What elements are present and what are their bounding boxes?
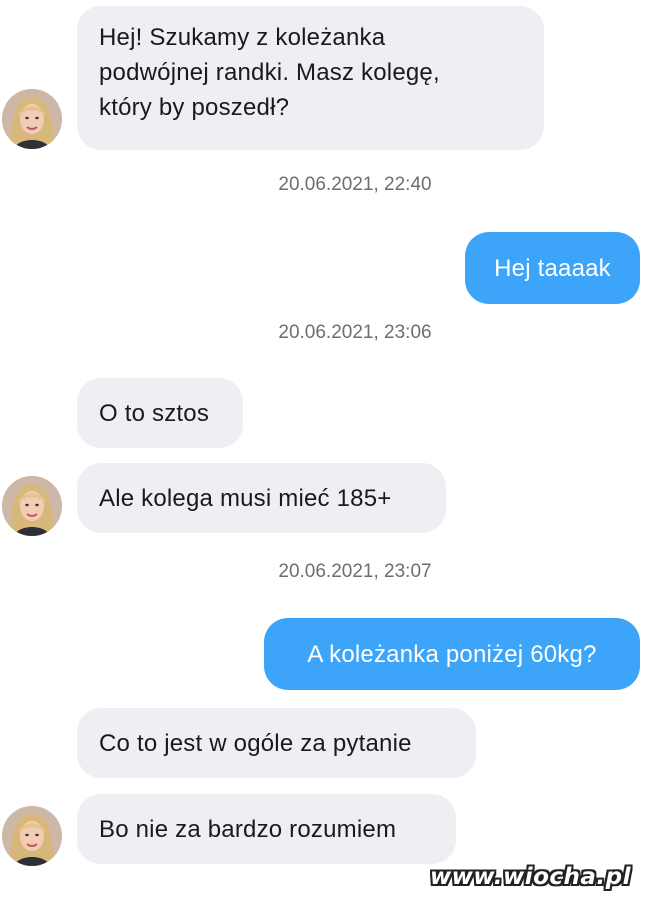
message-line: podwójnej randki. Masz kolegę, [99,59,440,86]
message-text: A koleżanka poniżej 60kg? [307,640,597,668]
message-line: Hej! Szukamy z koleżanka [99,24,386,51]
incoming-message-bubble[interactable]: Co to jest w ogóle za pytanie [77,708,476,778]
chat-screen: Hej! Szukamy z koleżanka podwójnej randk… [0,0,645,900]
message-text: Hej taaaak [494,254,611,282]
contact-avatar[interactable] [2,806,62,866]
message-line: który by poszedł? [99,94,290,121]
message-text: Hej! Szukamy z koleżanka podwójnej randk… [99,20,440,125]
outgoing-message-bubble[interactable]: Hej taaaak [465,232,640,304]
site-watermark: www.wiocha.pl [429,864,631,890]
outgoing-message-bubble[interactable]: A koleżanka poniżej 60kg? [264,618,640,690]
message-timestamp: 20.06.2021, 22:40 [278,174,432,195]
incoming-message-bubble[interactable]: O to sztos [77,378,243,448]
avatar-photo-icon [2,806,62,866]
message-text: Co to jest w ogóle za pytanie [99,729,412,757]
incoming-message-bubble[interactable]: Ale kolega musi mieć 185+ [77,463,446,533]
contact-avatar[interactable] [2,89,62,149]
message-text: Bo nie za bardzo rozumiem [99,815,397,843]
message-text: O to sztos [99,399,210,427]
message-text: Ale kolega musi mieć 185+ [99,484,392,512]
avatar-photo-icon [2,476,62,536]
contact-avatar[interactable] [2,476,62,536]
message-timestamp: 20.06.2021, 23:07 [278,561,432,582]
incoming-message-bubble[interactable]: Bo nie za bardzo rozumiem [77,794,456,864]
incoming-message-bubble[interactable]: Hej! Szukamy z koleżanka podwójnej randk… [77,6,544,150]
avatar-photo-icon [2,89,62,149]
message-timestamp: 20.06.2021, 23:06 [278,322,432,343]
